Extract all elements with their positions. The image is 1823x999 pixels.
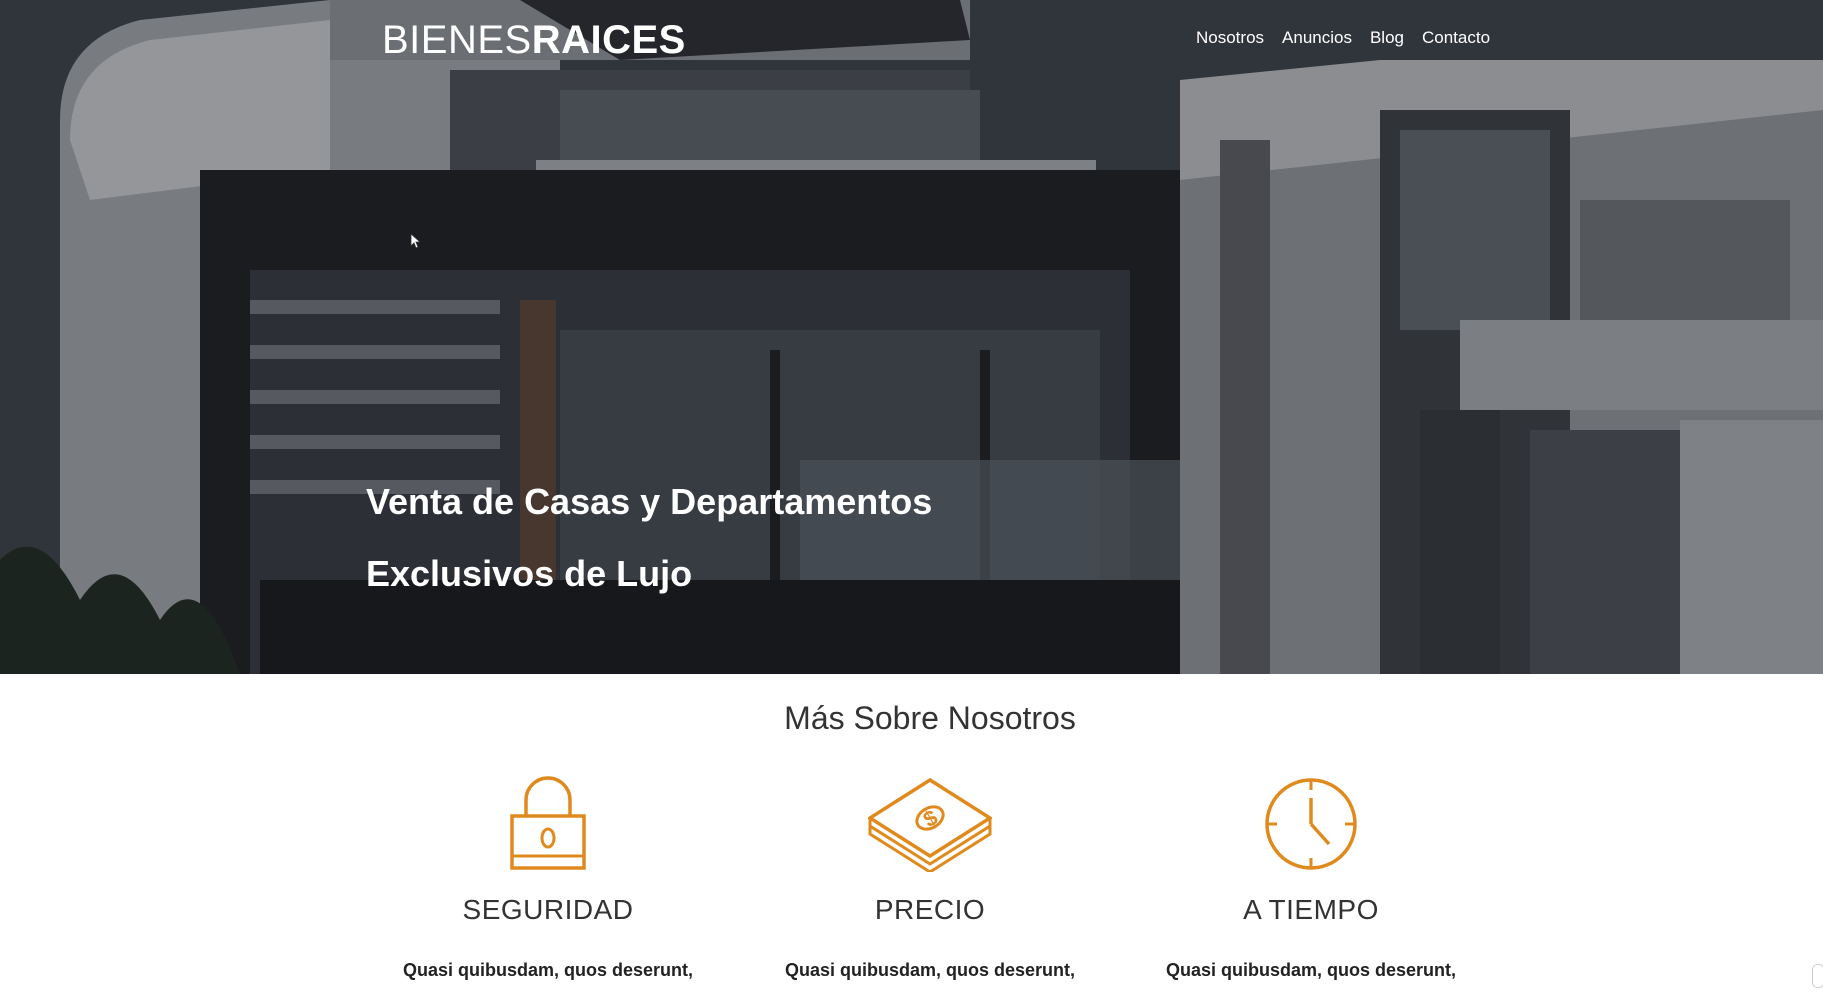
nav-link-blog[interactable]: Blog [1370, 28, 1404, 48]
feature-seguridad: SEGURIDAD Quasi quibusdam, quos deserunt… [388, 772, 708, 981]
about-title: Más Sobre Nosotros [784, 700, 1076, 736]
site-logo[interactable]: BIENESRAICES [382, 18, 686, 63]
feature-text: Quasi quibusdam, quos deserunt, [1165, 960, 1457, 980]
hero-title: Venta de Casas y Departamentos Exclusivo… [366, 481, 933, 594]
hero-section: BIENESRAICES Nosotros Anuncios Blog Cont… [0, 0, 1823, 674]
main-navigation: Nosotros Anuncios Blog Contacto [1196, 28, 1490, 48]
feature-title: A TIEMPO [1243, 894, 1379, 925]
money-icon: $ [770, 772, 1090, 876]
feature-a-tiempo: A TIEMPO Quasi quibusdam, quos deserunt, [1151, 772, 1471, 981]
feature-precio: $ PRECIO Quasi quibusdam, quos deserunt, [770, 772, 1090, 981]
nav-link-anuncios[interactable]: Anuncios [1282, 28, 1352, 48]
nav-link-nosotros[interactable]: Nosotros [1196, 28, 1264, 48]
feature-text: Quasi quibusdam, quos deserunt, [784, 960, 1076, 980]
logo-text-bold: RAICES [531, 18, 686, 62]
scroll-indicator[interactable] [1812, 964, 1823, 988]
feature-title: SEGURIDAD [462, 894, 634, 925]
clock-icon [1151, 772, 1471, 876]
mouse-cursor-icon [410, 233, 422, 249]
nav-link-contacto[interactable]: Contacto [1422, 28, 1490, 48]
lock-icon [388, 772, 708, 876]
feature-title: PRECIO [874, 894, 986, 925]
feature-text: Quasi quibusdam, quos deserunt, [402, 960, 694, 980]
logo-text-light: BIENES [382, 18, 532, 62]
